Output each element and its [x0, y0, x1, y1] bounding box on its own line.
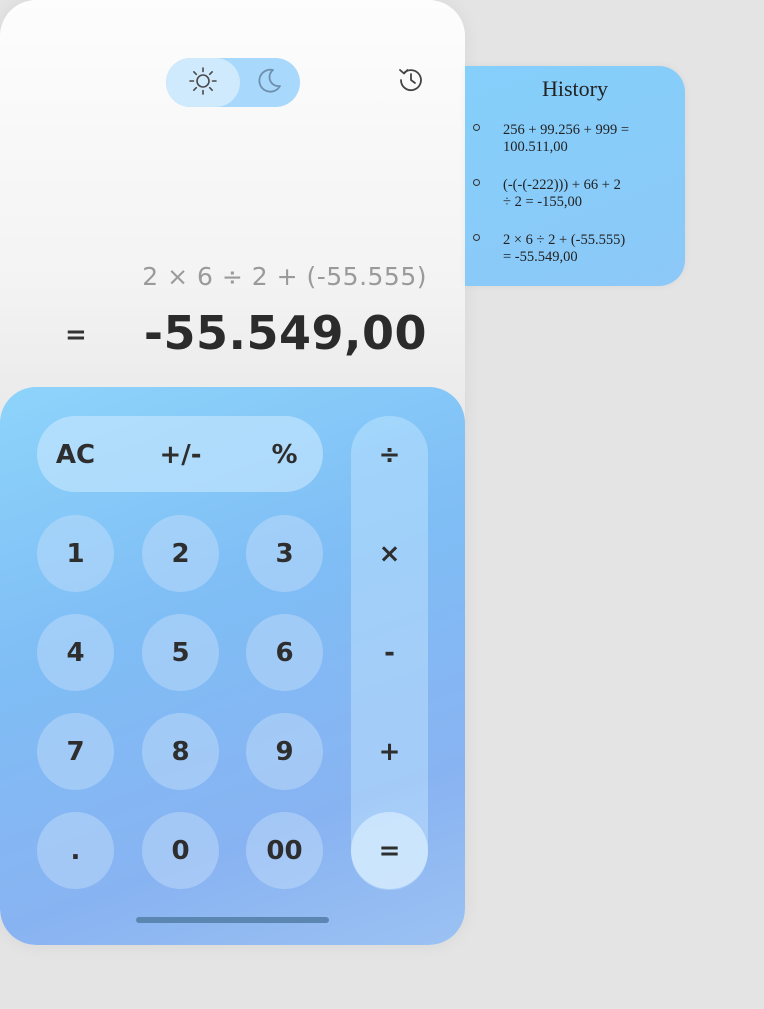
dark-theme-button[interactable]	[238, 58, 300, 107]
moon-icon	[254, 66, 284, 100]
result-display: -55.549,00	[143, 306, 427, 360]
clear-button[interactable]: AC	[37, 416, 114, 493]
history-result: 100.511,00	[503, 139, 568, 155]
theme-toggle[interactable]	[166, 58, 300, 107]
expression-display: 2 × 6 ÷ 2 + (-55.555)	[142, 262, 427, 291]
history-clock-icon	[396, 65, 426, 99]
digit-7-button[interactable]: 7	[37, 713, 114, 790]
history-item[interactable]: (-(-(-222))) + 66 + 2 ÷ 2 = -155,00	[473, 177, 673, 211]
history-title: History	[542, 76, 608, 101]
history-button[interactable]	[393, 64, 429, 100]
decimal-button[interactable]: .	[37, 812, 114, 889]
keypad: AC +/- % ÷ 1 2 3 × 4 5 6 - 7 8 9 + . 0 0…	[0, 387, 465, 945]
digit-2-button[interactable]: 2	[142, 515, 219, 592]
light-theme-button[interactable]	[166, 58, 240, 107]
sign-toggle-button[interactable]: +/-	[142, 416, 219, 493]
digit-5-button[interactable]: 5	[142, 614, 219, 691]
digit-6-button[interactable]: 6	[246, 614, 323, 691]
digit-0-button[interactable]: 0	[142, 812, 219, 889]
history-expression: (-(-(-222))) + 66 + 2	[503, 177, 621, 193]
add-button[interactable]: +	[351, 713, 428, 790]
subtract-button[interactable]: -	[351, 614, 428, 691]
history-panel: History 256 + 99.256 + 999 = 100.511,00 …	[465, 66, 685, 286]
equals-indicator: =	[65, 320, 87, 350]
digit-3-button[interactable]: 3	[246, 515, 323, 592]
history-list: 256 + 99.256 + 999 = 100.511,00 (-(-(-22…	[473, 122, 673, 287]
digit-1-button[interactable]: 1	[37, 515, 114, 592]
equals-button[interactable]: =	[351, 812, 428, 889]
history-result: = -55.549,00	[503, 249, 578, 265]
history-item[interactable]: 256 + 99.256 + 999 = 100.511,00	[473, 122, 673, 156]
multiply-button[interactable]: ×	[351, 515, 428, 592]
digit-4-button[interactable]: 4	[37, 614, 114, 691]
bullet-icon	[473, 234, 480, 241]
bullet-icon	[473, 124, 480, 131]
digit-8-button[interactable]: 8	[142, 713, 219, 790]
history-item[interactable]: 2 × 6 ÷ 2 + (-55.555) = -55.549,00	[473, 232, 673, 266]
history-result: ÷ 2 = -155,00	[503, 194, 582, 210]
double-zero-button[interactable]: 00	[246, 812, 323, 889]
bullet-icon	[473, 179, 480, 186]
home-indicator	[136, 917, 329, 923]
calculator: 2 × 6 ÷ 2 + (-55.555) = -55.549,00 AC +/…	[0, 0, 465, 945]
digit-9-button[interactable]: 9	[246, 713, 323, 790]
history-expression: 2 × 6 ÷ 2 + (-55.555)	[503, 232, 626, 248]
divide-button[interactable]: ÷	[351, 416, 428, 493]
sun-icon	[188, 66, 218, 100]
history-expression: 256 + 99.256 + 999 =	[503, 122, 630, 138]
percent-button[interactable]: %	[246, 416, 323, 493]
